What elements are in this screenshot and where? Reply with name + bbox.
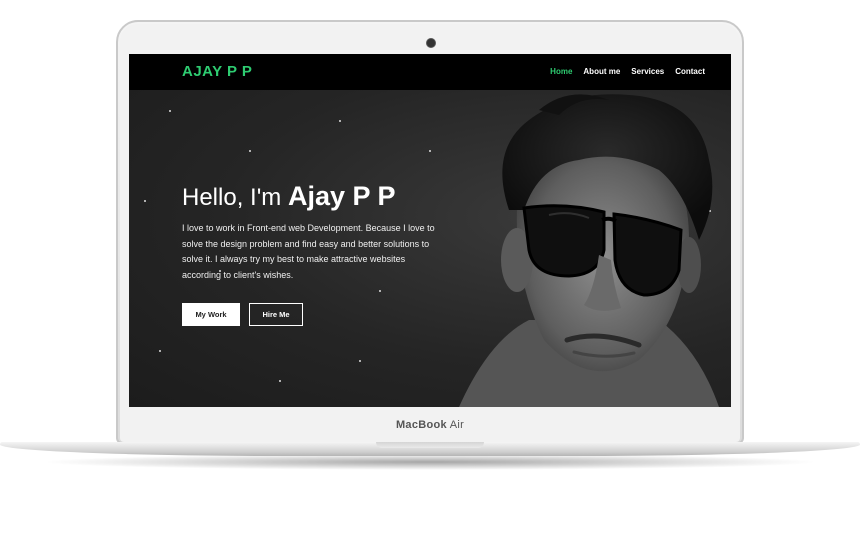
- hero-heading: Hello, I'm Ajay P P: [182, 181, 442, 212]
- laptop-shadow: [40, 454, 820, 470]
- hire-me-button[interactable]: Hire Me: [249, 303, 303, 326]
- nav-item-contact[interactable]: Contact: [675, 67, 705, 76]
- hero-text-block: Hello, I'm Ajay P P I love to work in Fr…: [182, 181, 442, 283]
- nav-menu: Home About me Services Contact: [550, 67, 705, 76]
- site-navbar: AJAY P P Home About me Services Contact: [129, 54, 731, 90]
- nav-item-home[interactable]: Home: [550, 67, 572, 76]
- laptop-screen: AJAY P P Home About me Services Contact: [129, 54, 731, 407]
- hero-greeting: Hello, I'm: [182, 184, 282, 211]
- profile-photo: [459, 94, 719, 407]
- hero-buttons: My Work Hire Me: [182, 303, 303, 326]
- device-model-label: MacBook Air: [395, 419, 465, 431]
- camera-icon: [426, 38, 436, 48]
- my-work-button[interactable]: My Work: [182, 303, 240, 326]
- nav-item-services[interactable]: Services: [631, 67, 664, 76]
- laptop-notch: [376, 442, 484, 448]
- hero-description: I love to work in Front-end web Developm…: [182, 223, 435, 280]
- nav-item-about[interactable]: About me: [583, 67, 620, 76]
- site-logo[interactable]: AJAY P P: [182, 63, 252, 80]
- hero-name: Ajay P P: [287, 181, 396, 211]
